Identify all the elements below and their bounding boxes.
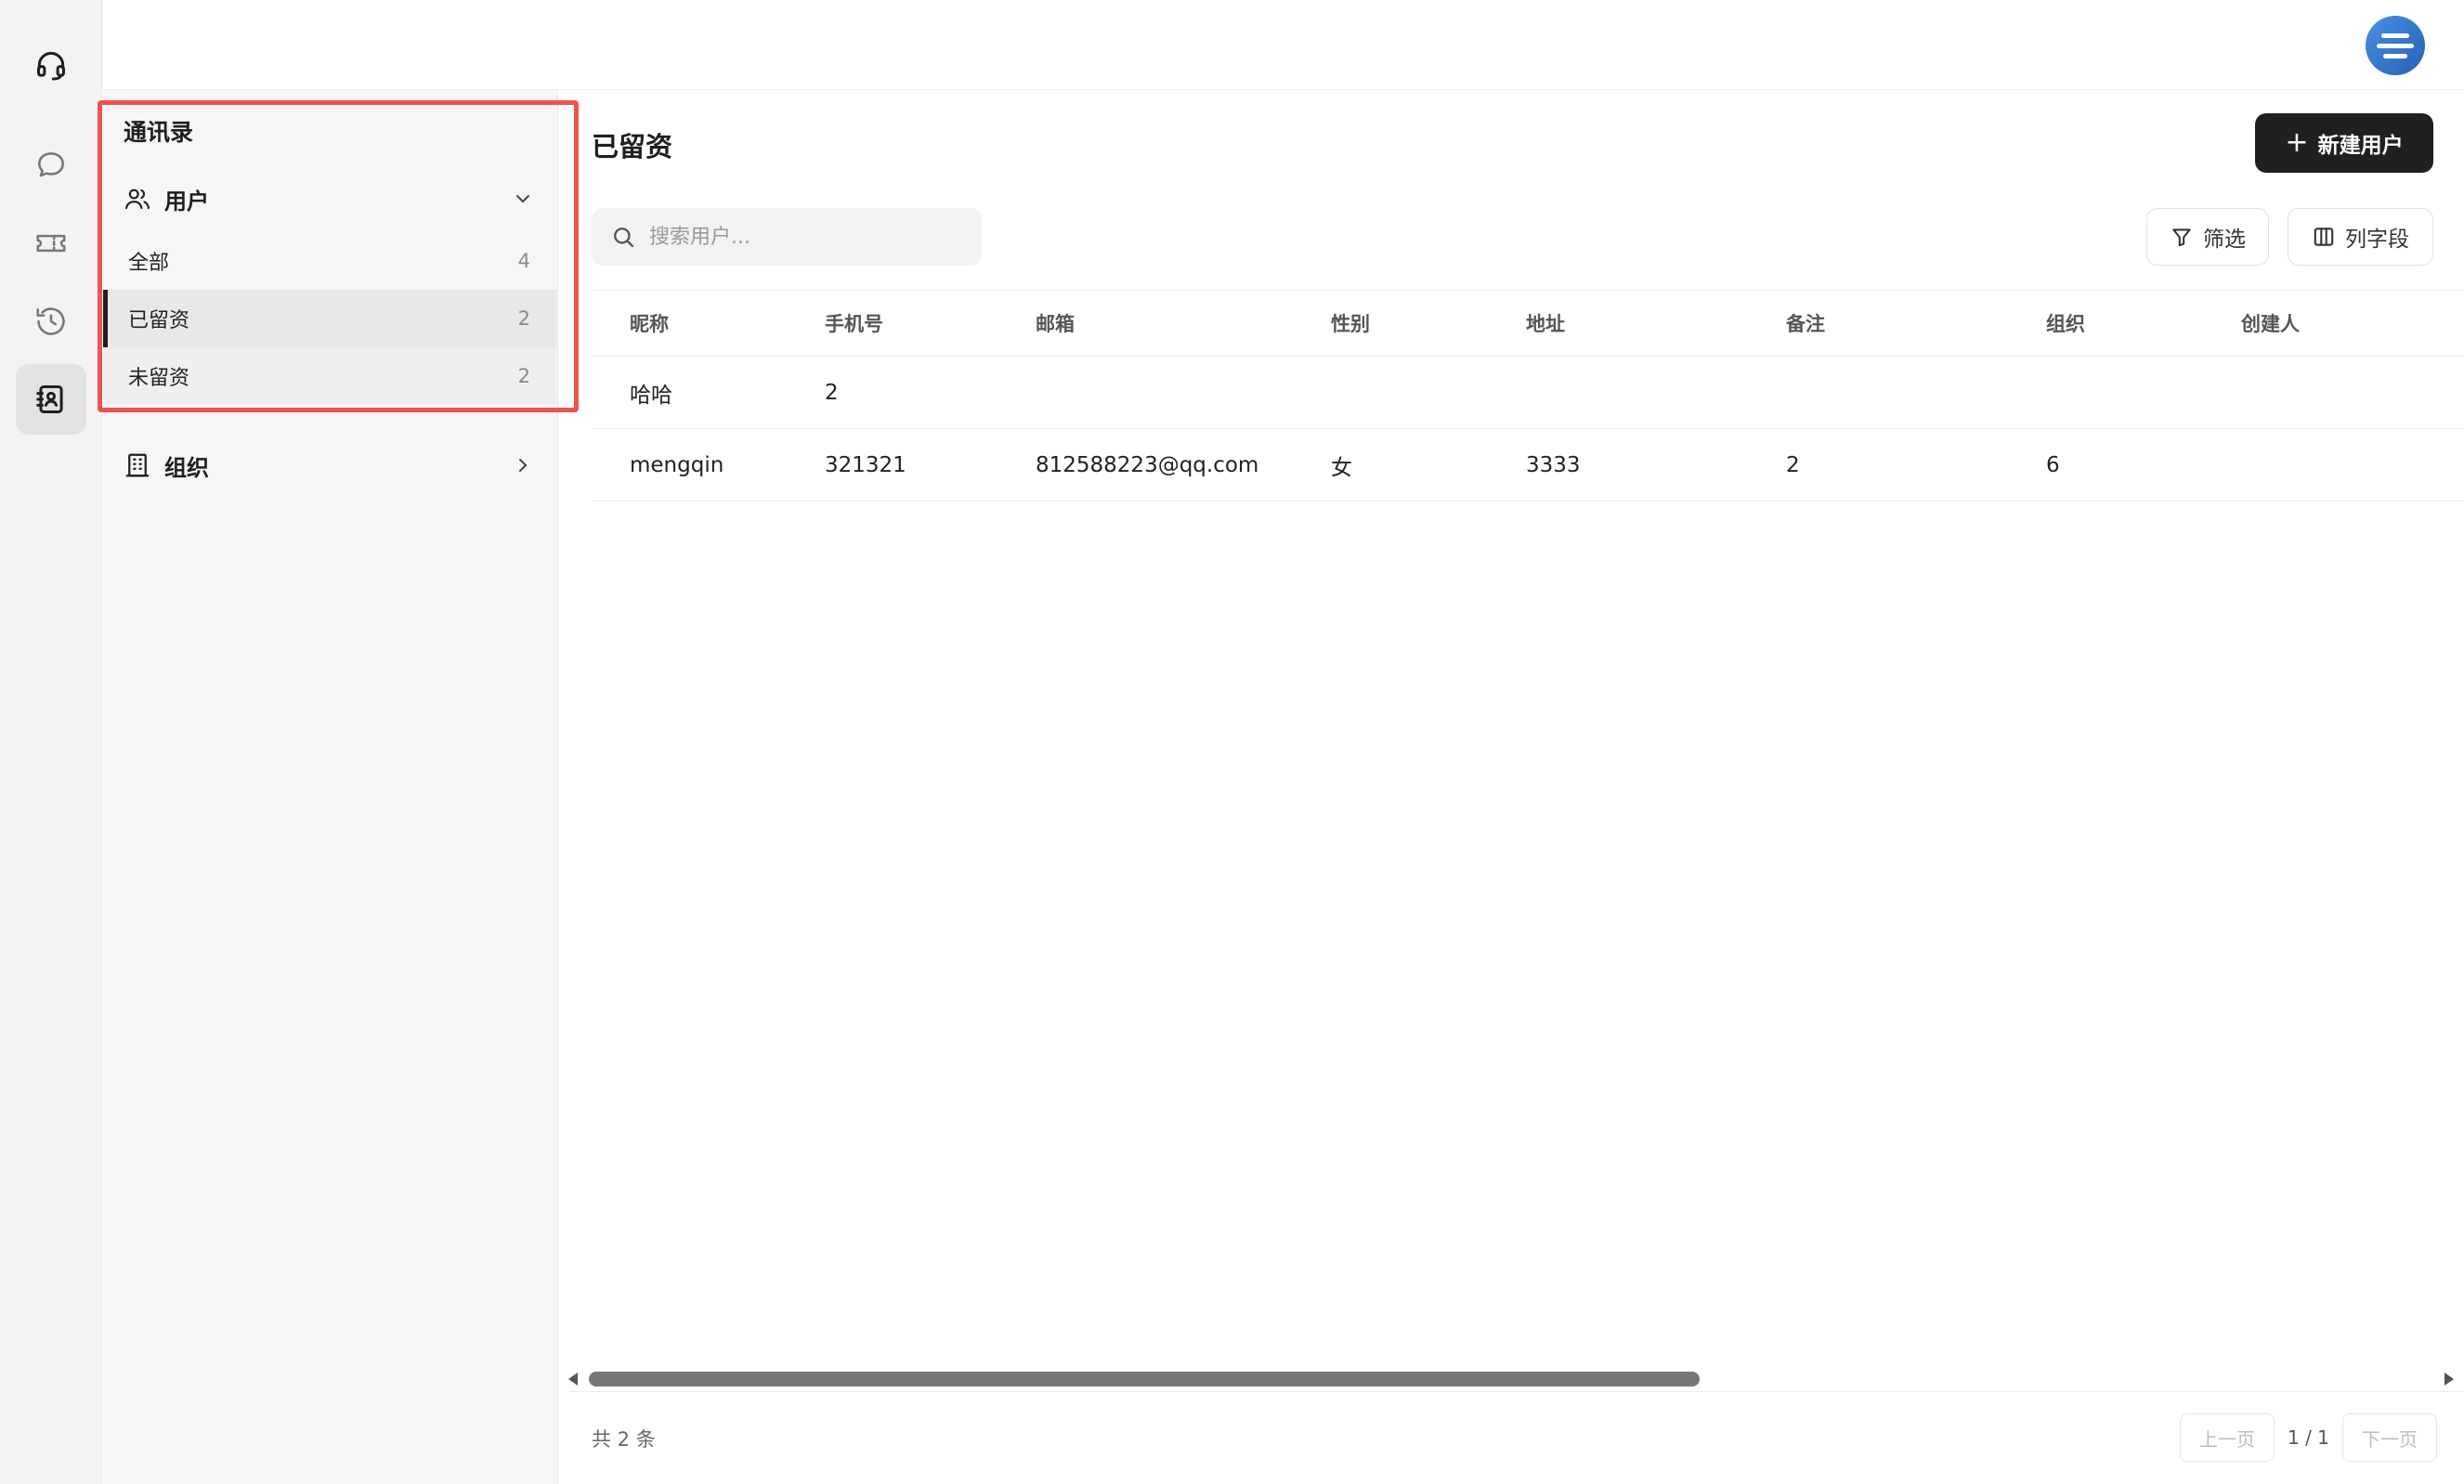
- cell-nickname: mengqin: [630, 452, 724, 477]
- sidebar-group-users-label: 用户: [164, 188, 209, 215]
- sidebar-item-with-info[interactable]: 已留资 2: [103, 290, 556, 347]
- column-header-address[interactable]: 地址: [1526, 291, 1565, 356]
- column-header-organization[interactable]: 组织: [2046, 291, 2085, 356]
- sidebar-group-organization-label: 组织: [164, 454, 209, 481]
- columns-icon: [2314, 228, 2334, 246]
- sidebar-item-count: 4: [517, 250, 530, 272]
- sidebar-item-count: 2: [517, 307, 530, 330]
- total-count: 共 2 条: [592, 1428, 656, 1451]
- filter-button[interactable]: 筛选: [2146, 208, 2269, 266]
- cell-remark: 2: [1786, 452, 1800, 477]
- scroll-left-arrow-icon[interactable]: [568, 1373, 578, 1386]
- filter-icon: [2172, 228, 2191, 247]
- avatar[interactable]: [2366, 16, 2425, 75]
- sidebar-item-count: 2: [517, 365, 530, 387]
- search-icon: [614, 228, 634, 248]
- cell-phone: 2: [825, 380, 839, 405]
- table-header: 昵称 手机号 邮箱 性别 地址 备注 组织 创建人: [592, 290, 2464, 357]
- chevron-down-icon: [516, 195, 529, 202]
- chevron-right-icon: [519, 459, 527, 472]
- sidebar-item-label: 已留资: [128, 309, 190, 332]
- users-table: 昵称 手机号 邮箱 性别 地址 备注 组织 创建人 哈哈 2 mengqin 3…: [592, 290, 2464, 501]
- support-headset-icon[interactable]: [16, 30, 86, 100]
- filter-button-label: 筛选: [2203, 228, 2246, 252]
- contacts-icon[interactable]: [16, 364, 86, 435]
- column-header-email[interactable]: 邮箱: [1036, 291, 1075, 356]
- search-box[interactable]: [592, 208, 982, 266]
- sidebar-group-organization[interactable]: 组织: [124, 442, 541, 488]
- horizontal-scrollbar[interactable]: [568, 1370, 2454, 1388]
- sidebar-group-users[interactable]: 用户: [124, 176, 541, 222]
- new-user-button[interactable]: + 新建用户: [2255, 113, 2433, 173]
- plus-icon: +: [2285, 126, 2309, 159]
- cell-nickname: 哈哈: [630, 383, 672, 408]
- scrollbar-thumb[interactable]: [589, 1372, 1700, 1386]
- cell-address: 3333: [1526, 452, 1581, 477]
- prev-page-button[interactable]: 上一页: [2180, 1413, 2275, 1462]
- column-header-remark[interactable]: 备注: [1786, 291, 1825, 356]
- table-row[interactable]: mengqin 321321 812588223@qq.com 女 3333 2…: [592, 429, 2464, 501]
- sidebar-title: 通讯录: [124, 119, 194, 146]
- ticket-icon[interactable]: [16, 208, 86, 279]
- users-icon: [125, 189, 150, 210]
- column-header-phone[interactable]: 手机号: [825, 291, 883, 356]
- footer-divider: [568, 1391, 2464, 1392]
- page-indicator: 1 / 1: [2288, 1426, 2329, 1449]
- pagination: 上一页 1 / 1 下一页: [2180, 1413, 2437, 1462]
- cell-email: 812588223@qq.com: [1036, 452, 1259, 477]
- chat-icon[interactable]: [16, 130, 86, 201]
- column-header-nickname[interactable]: 昵称: [630, 291, 669, 356]
- sidebar-item-without-info[interactable]: 未留资 2: [103, 347, 556, 405]
- cell-gender: 女: [1331, 455, 1352, 480]
- columns-button-label: 列字段: [2345, 228, 2409, 252]
- next-page-button[interactable]: 下一页: [2341, 1413, 2437, 1462]
- sidebar-item-label: 全部: [128, 252, 170, 275]
- scroll-right-arrow-icon[interactable]: [2444, 1373, 2454, 1386]
- top-bar: [103, 0, 2464, 90]
- column-header-creator[interactable]: 创建人: [2241, 291, 2300, 356]
- new-user-button-label: 新建用户: [2317, 134, 2404, 158]
- search-input[interactable]: [649, 225, 965, 249]
- sidebar-item-label: 未留资: [128, 367, 190, 390]
- contacts-sidebar: [103, 0, 558, 1484]
- cell-phone: 321321: [825, 452, 906, 477]
- column-header-gender[interactable]: 性别: [1331, 291, 1370, 356]
- history-icon[interactable]: [16, 286, 86, 357]
- cell-organization: 6: [2046, 452, 2060, 477]
- building-icon: [125, 453, 150, 477]
- nav-rail: [0, 0, 102, 1484]
- sidebar-item-all[interactable]: 全部 4: [103, 232, 556, 290]
- page-title: 已留资: [592, 131, 673, 163]
- columns-button[interactable]: 列字段: [2288, 208, 2433, 266]
- table-row[interactable]: 哈哈 2: [592, 357, 2464, 429]
